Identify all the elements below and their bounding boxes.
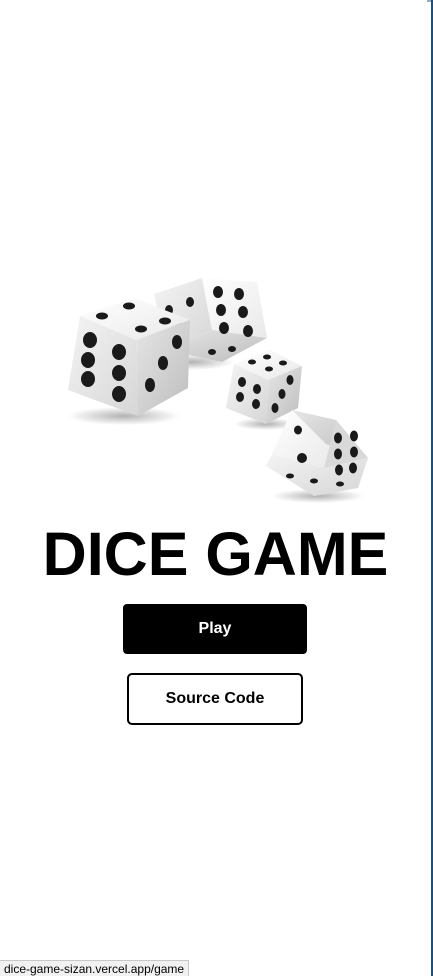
- dice-game-page: DICE GAME Play Source Code dice-game-siz…: [0, 0, 433, 976]
- dice-illustration: [68, 278, 368, 503]
- die-large: [68, 298, 190, 425]
- status-bar-url: dice-game-sizan.vercel.app/game: [0, 960, 190, 976]
- source-code-button[interactable]: Source Code: [127, 673, 303, 725]
- window-edge-corner: [427, 0, 431, 2]
- page-title: DICE GAME: [42, 520, 389, 588]
- play-button[interactable]: Play: [123, 604, 307, 654]
